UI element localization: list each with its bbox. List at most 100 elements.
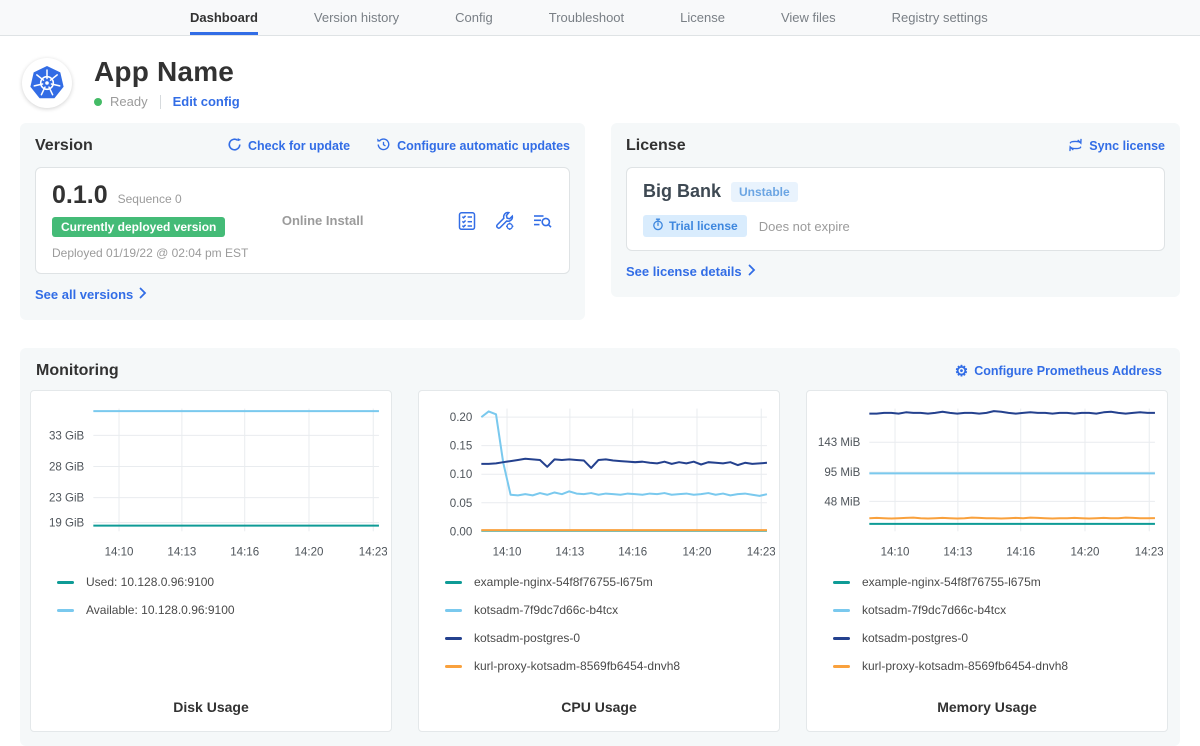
- svg-text:14:13: 14:13: [167, 546, 196, 558]
- legend-label: kotsadm-postgres-0: [862, 631, 968, 645]
- tab-config[interactable]: Config: [455, 0, 493, 35]
- edit-config-wrench-icon[interactable]: [494, 211, 515, 231]
- divider: [160, 95, 161, 109]
- memory-usage-plot: 14:1014:1314:1614:2014:23143 MiB95 MiB48…: [811, 399, 1163, 565]
- svg-text:48 MiB: 48 MiB: [824, 496, 860, 508]
- disk-usage-legend: Used: 10.128.0.96:9100 Available: 10.128.…: [35, 565, 387, 699]
- chart-title: Memory Usage: [811, 699, 1163, 731]
- cpu-usage-legend: example-nginx-54f8f76755-l675m kotsadm-7f…: [423, 565, 775, 699]
- legend-label: kurl-proxy-kotsadm-8569fb6454-dnvh8: [474, 659, 680, 673]
- stopwatch-icon: [652, 218, 664, 234]
- svg-text:14:10: 14:10: [493, 546, 522, 558]
- configure-prometheus-link[interactable]: ⚙ Configure Prometheus Address: [955, 364, 1162, 379]
- svg-text:0.00: 0.00: [450, 526, 472, 538]
- tab-version-history[interactable]: Version history: [314, 0, 399, 35]
- legend-item: kotsadm-postgres-0: [833, 631, 1163, 645]
- customer-name: Big Bank: [643, 181, 721, 202]
- legend-label: Available: 10.128.0.96:9100: [86, 603, 235, 617]
- svg-text:0.05: 0.05: [450, 498, 472, 510]
- see-all-versions-link[interactable]: See all versions: [35, 287, 147, 302]
- svg-text:14:16: 14:16: [618, 546, 647, 558]
- status-text: Ready: [110, 94, 148, 109]
- svg-text:143 MiB: 143 MiB: [818, 437, 861, 449]
- legend-item: kurl-proxy-kotsadm-8569fb6454-dnvh8: [445, 659, 775, 673]
- legend-item: kurl-proxy-kotsadm-8569fb6454-dnvh8: [833, 659, 1163, 673]
- refresh-icon: [227, 137, 242, 155]
- legend-swatch: [833, 637, 850, 640]
- version-card: Version Check for update: [20, 123, 585, 320]
- svg-text:14:10: 14:10: [881, 546, 910, 558]
- gear-icon: ⚙: [955, 364, 968, 379]
- top-nav: Dashboard Version history Config Troublesho…: [0, 0, 1200, 36]
- legend-label: kurl-proxy-kotsadm-8569fb6454-dnvh8: [862, 659, 1068, 673]
- schedule-update-icon: [376, 137, 391, 155]
- legend-swatch: [445, 581, 462, 584]
- svg-text:95 MiB: 95 MiB: [824, 467, 860, 479]
- legend-swatch: [445, 637, 462, 640]
- view-logs-icon[interactable]: [532, 211, 553, 231]
- legend-item: example-nginx-54f8f76755-l675m: [445, 575, 775, 589]
- chevron-right-icon: [139, 287, 147, 302]
- legend-swatch: [57, 609, 74, 612]
- svg-text:14:16: 14:16: [230, 546, 259, 558]
- kubernetes-logo-icon: [22, 58, 72, 108]
- tab-registry-settings[interactable]: Registry settings: [892, 0, 988, 35]
- legend-item: Used: 10.128.0.96:9100: [57, 575, 387, 589]
- legend-item: example-nginx-54f8f76755-l675m: [833, 575, 1163, 589]
- check-for-update-link[interactable]: Check for update: [227, 137, 350, 155]
- series-line-kurl-proxy-kotsadm-8569fb6454-dnvh8: [869, 518, 1155, 519]
- version-card-title: Version: [35, 137, 93, 155]
- tab-dashboard[interactable]: Dashboard: [190, 0, 258, 35]
- series-line-kotsadm-postgres-0: [481, 459, 767, 468]
- disk-usage-chart-card: 14:1014:1314:1614:2014:2333 GiB28 GiB23 …: [30, 390, 392, 732]
- legend-item: kotsadm-7f9dc7d66c-b4tcx: [445, 603, 775, 617]
- tab-troubleshoot[interactable]: Troubleshoot: [549, 0, 624, 35]
- deployed-timestamp: Deployed 01/19/22 @ 02:04 pm EST: [52, 246, 248, 260]
- expiry-label: Does not expire: [759, 219, 850, 234]
- series-line-kotsadm-7f9dc7d66c-b4tcx: [481, 411, 767, 495]
- tab-license[interactable]: License: [680, 0, 725, 35]
- tab-view-files[interactable]: View files: [781, 0, 836, 35]
- disk-usage-plot: 14:1014:1314:1614:2014:2333 GiB28 GiB23 …: [35, 399, 387, 565]
- svg-text:23 GiB: 23 GiB: [49, 493, 85, 505]
- legend-swatch: [57, 581, 74, 584]
- svg-text:14:23: 14:23: [359, 546, 387, 558]
- chart-title: CPU Usage: [423, 699, 775, 731]
- monitoring-card: Monitoring ⚙ Configure Prometheus Addres…: [20, 348, 1180, 746]
- svg-text:33 GiB: 33 GiB: [49, 430, 85, 442]
- sync-icon: [1068, 138, 1083, 155]
- preflight-checks-icon[interactable]: [457, 211, 477, 231]
- memory-usage-legend: example-nginx-54f8f76755-l675m kotsadm-7f…: [811, 565, 1163, 699]
- legend-item: Available: 10.128.0.96:9100: [57, 603, 387, 617]
- legend-item: kotsadm-7f9dc7d66c-b4tcx: [833, 603, 1163, 617]
- series-line-kotsadm-postgres-0: [869, 411, 1155, 414]
- memory-usage-chart-card: 14:1014:1314:1614:2014:23143 MiB95 MiB48…: [806, 390, 1168, 732]
- svg-text:14:10: 14:10: [105, 546, 134, 558]
- channel-badge: Unstable: [731, 182, 798, 202]
- configure-automatic-updates-link[interactable]: Configure automatic updates: [376, 137, 570, 155]
- legend-label: kotsadm-postgres-0: [474, 631, 580, 645]
- sequence-label: Sequence 0: [118, 192, 182, 206]
- svg-text:0.15: 0.15: [450, 441, 472, 453]
- svg-text:14:16: 14:16: [1006, 546, 1035, 558]
- svg-text:14:13: 14:13: [555, 546, 584, 558]
- svg-text:14:20: 14:20: [1071, 546, 1100, 558]
- legend-label: example-nginx-54f8f76755-l675m: [474, 575, 653, 589]
- sync-license-link[interactable]: Sync license: [1068, 138, 1165, 155]
- see-license-details-link[interactable]: See license details: [626, 264, 756, 279]
- status-dot: [94, 98, 102, 106]
- page-title: App Name: [94, 56, 240, 88]
- legend-swatch: [833, 665, 850, 668]
- svg-text:28 GiB: 28 GiB: [49, 462, 85, 474]
- legend-label: kotsadm-7f9dc7d66c-b4tcx: [474, 603, 618, 617]
- version-number: 0.1.0: [52, 181, 108, 210]
- deployed-version-badge: Currently deployed version: [52, 217, 225, 237]
- svg-text:19 GiB: 19 GiB: [49, 518, 85, 530]
- install-type-label: Online Install: [282, 213, 364, 228]
- app-header: App Name Ready Edit config: [0, 36, 1200, 123]
- legend-label: example-nginx-54f8f76755-l675m: [862, 575, 1041, 589]
- cpu-usage-plot: 14:1014:1314:1614:2014:230.200.150.100.0…: [423, 399, 775, 565]
- edit-config-link[interactable]: Edit config: [173, 94, 240, 109]
- legend-swatch: [445, 609, 462, 612]
- cpu-usage-chart-card: 14:1014:1314:1614:2014:230.200.150.100.0…: [418, 390, 780, 732]
